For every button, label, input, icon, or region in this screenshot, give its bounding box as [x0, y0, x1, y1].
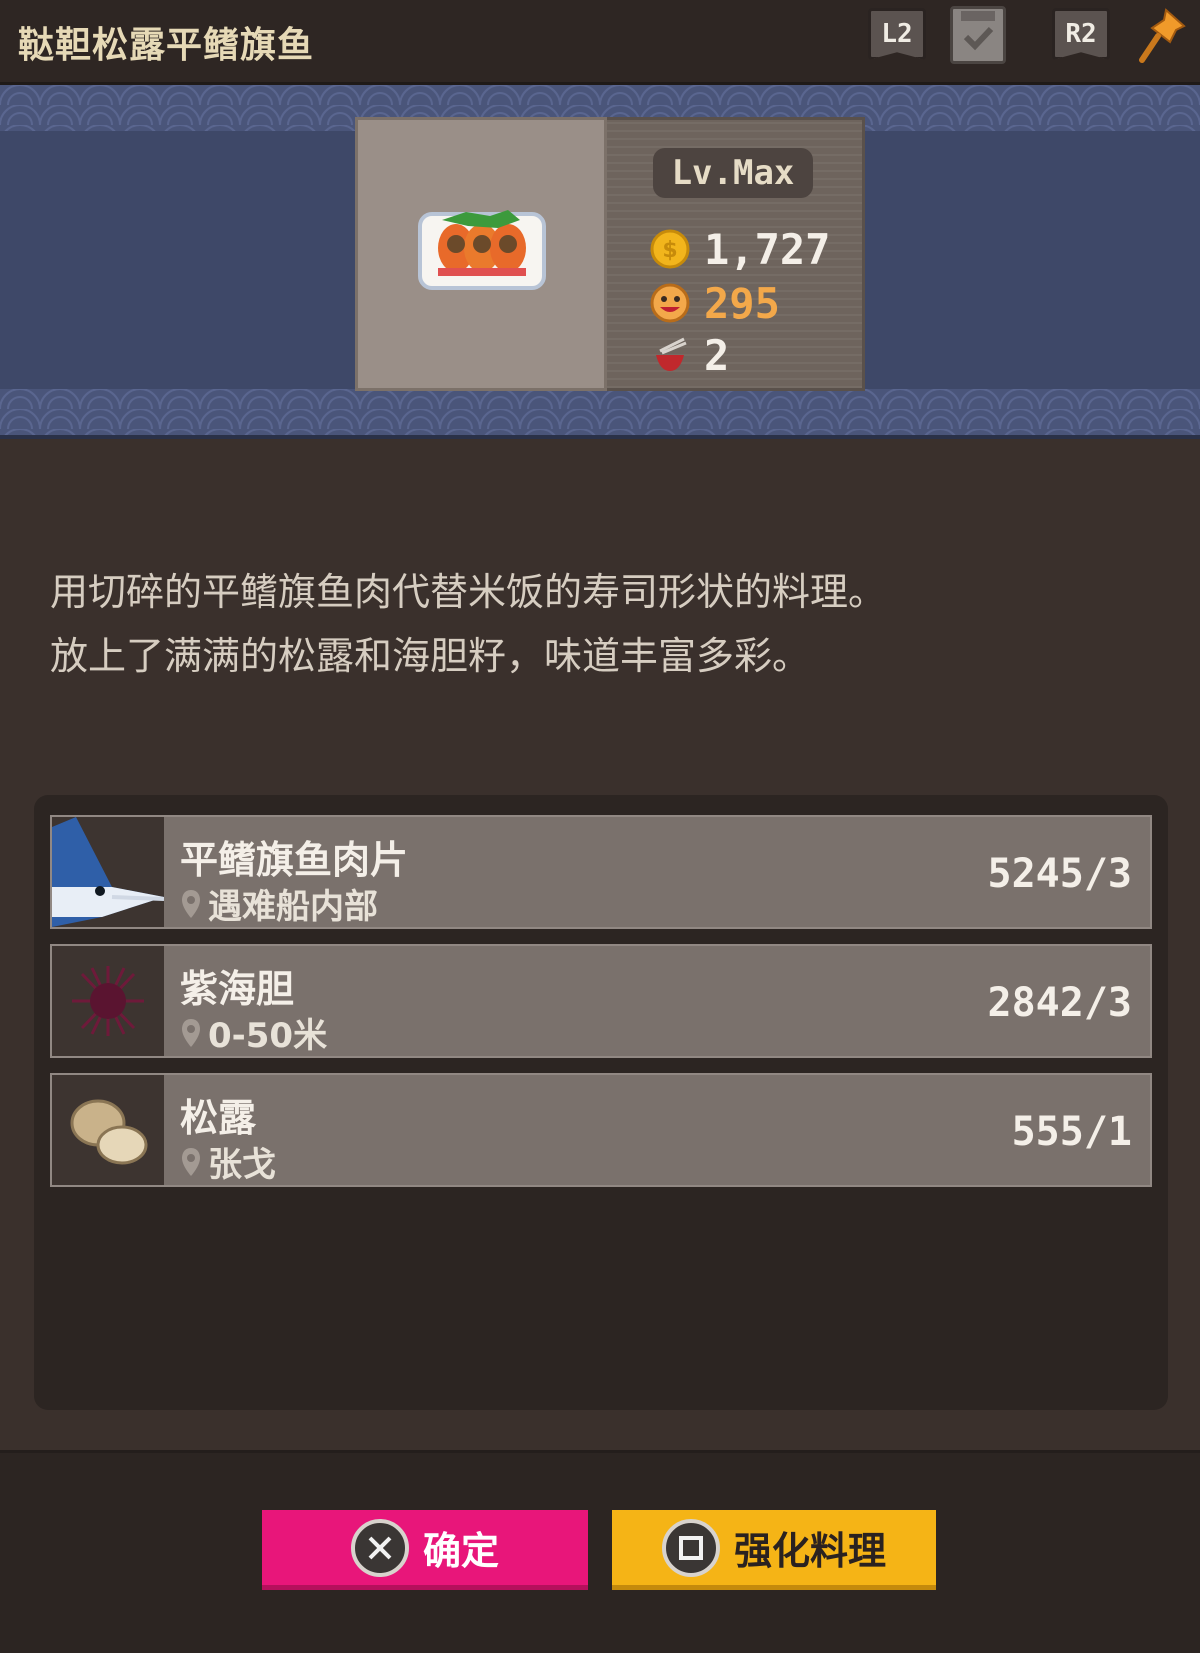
taste-value: 295 [704, 278, 780, 328]
sea-urchin-icon [52, 946, 164, 1056]
dish-description: 用切碎的平鳍旗鱼肉代替米饭的寿司形状的料理。 放上了满满的松露和海胆籽，味道丰富… [50, 560, 1150, 688]
ingredient-name: 松露 [180, 1096, 257, 1140]
l2-button[interactable]: L2 [868, 8, 926, 60]
ingredient-location-text: 张戈 [208, 1145, 276, 1185]
ingredient-row[interactable]: 松露 张戈 555/1 [50, 1073, 1152, 1187]
ingredient-location-text: 0-50米 [208, 1016, 328, 1056]
enhance-label: 强化料理 [733, 1529, 886, 1573]
pin-icon[interactable] [1136, 6, 1188, 66]
servings-stat: 2 [650, 330, 729, 380]
ingredient-name: 紫海胆 [180, 967, 295, 1011]
checklist-icon[interactable] [950, 6, 1006, 64]
ingredient-location-text: 遇难船内部 [208, 887, 378, 927]
bowl-icon [656, 337, 687, 371]
header-bar: 鞑靼松露平鳍旗鱼 L2 R2 [0, 0, 1200, 85]
ingredient-row[interactable]: 平鳍旗鱼肉片 遇难船内部 5245/3 [50, 815, 1152, 929]
ingredient-count: 2842/3 [987, 980, 1133, 1026]
square-button-icon [661, 1518, 720, 1577]
coin-icon: $ [650, 229, 690, 269]
price-value: 1,727 [704, 224, 831, 274]
marlin-icon [52, 817, 165, 927]
level-badge: Lv.Max [653, 148, 813, 198]
price-stat: $ 1,727 [650, 224, 830, 274]
ingredient-count: 5245/3 [987, 851, 1133, 897]
dish-title: 鞑靼松露平鳍旗鱼 [18, 25, 315, 66]
taste-face-icon [650, 283, 690, 323]
action-bar [0, 1450, 1200, 1653]
svg-text:$: $ [662, 238, 677, 263]
description-line-2: 放上了满满的松露和海胆籽，味道丰富多彩。 [50, 634, 811, 678]
wave-pattern-bottom [0, 389, 1200, 435]
cross-button-icon [350, 1518, 409, 1577]
ingredient-name: 平鳍旗鱼肉片 [180, 838, 409, 882]
ingredient-location: 0-50米 [180, 1008, 327, 1057]
ingredient-location: 张戈 [180, 1137, 276, 1186]
location-pin-icon [182, 1018, 200, 1047]
confirm-button[interactable]: 确定 [262, 1510, 588, 1590]
confirm-label: 确定 [422, 1529, 499, 1573]
enhance-dish-button[interactable]: 强化料理 [612, 1510, 936, 1590]
ingredient-row[interactable]: 紫海胆 0-50米 2842/3 [50, 944, 1152, 1058]
location-pin-icon [182, 1147, 200, 1176]
servings-value: 2 [704, 330, 730, 380]
taste-stat: 295 [650, 278, 780, 328]
ingredient-count: 555/1 [1011, 1109, 1132, 1155]
ingredient-location: 遇难船内部 [180, 879, 378, 928]
r2-button[interactable]: R2 [1052, 8, 1110, 60]
truffle-icon [52, 1075, 164, 1185]
location-pin-icon [182, 889, 200, 918]
description-line-1: 用切碎的平鳍旗鱼肉代替米饭的寿司形状的料理。 [50, 570, 887, 614]
dish-image-frame [355, 117, 607, 391]
sushi-dish-icon [418, 210, 546, 290]
